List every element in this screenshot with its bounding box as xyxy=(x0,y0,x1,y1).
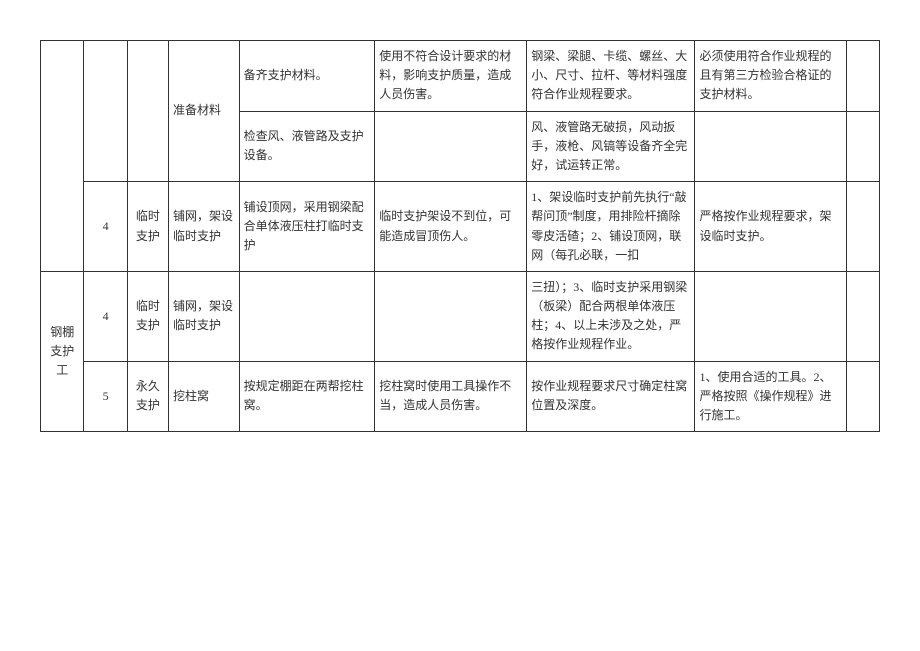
cell-hazard: 临时支护架设不到位，可能造成冒顶伤人。 xyxy=(375,182,527,272)
cell-hazard: 挖柱窝时使用工具操作不当，造成人员伤害。 xyxy=(375,361,527,432)
cell-last xyxy=(847,41,880,112)
cell-desc: 检查风、液管路及支护设备。 xyxy=(239,111,375,182)
cell-number xyxy=(84,41,127,182)
cell-last xyxy=(847,111,880,182)
cell-measure xyxy=(695,271,847,361)
document-page: 准备材料备齐支护材料。使用不符合设计要求的材料，影响支护质量，造成人员伤害。钢梁… xyxy=(0,0,920,651)
cell-hazard xyxy=(375,111,527,182)
table-row: 准备材料备齐支护材料。使用不符合设计要求的材料，影响支护质量，造成人员伤害。钢梁… xyxy=(41,41,880,112)
cell-measure: 1、使用合适的工具。2、严格按照《操作规程》进行施工。 xyxy=(695,361,847,432)
cell-job: 钢棚支护工 xyxy=(41,271,84,431)
cell-standard: 风、液管路无破损，风动扳手，液枪、风镐等设备齐全完好，试运转正常。 xyxy=(527,111,695,182)
cell-desc: 备齐支护材料。 xyxy=(239,41,375,112)
job-hazard-table: 准备材料备齐支护材料。使用不符合设计要求的材料，影响支护质量，造成人员伤害。钢梁… xyxy=(40,40,880,432)
table-row: 5永久支护挖柱窝按规定棚距在两帮挖柱窝。挖柱窝时使用工具操作不当，造成人员伤害。… xyxy=(41,361,880,432)
cell-job xyxy=(41,41,84,272)
cell-step: 挖柱窝 xyxy=(169,361,240,432)
cell-phase: 临时支护 xyxy=(127,182,168,272)
cell-standard: 三扭）；3、临时支护采用钢梁（板梁）配合两根单体液压柱；4、以上未涉及之处，严格… xyxy=(527,271,695,361)
table-row: 4临时支护铺网，架设临时支护铺设顶网，采用钢梁配合单体液压柱打临时支护临时支护架… xyxy=(41,182,880,272)
cell-phase: 永久支护 xyxy=(127,361,168,432)
cell-phase xyxy=(127,41,168,182)
cell-last xyxy=(847,271,880,361)
cell-step: 铺网，架设临时支护 xyxy=(169,271,240,361)
cell-number: 4 xyxy=(84,182,127,272)
cell-desc: 铺设顶网，采用钢梁配合单体液压柱打临时支护 xyxy=(239,182,375,272)
cell-hazard xyxy=(375,271,527,361)
cell-step: 准备材料 xyxy=(169,41,240,182)
cell-phase: 临时支护 xyxy=(127,271,168,361)
cell-step: 铺网，架设临时支护 xyxy=(169,182,240,272)
cell-measure: 严格按作业规程要求，架设临时支护。 xyxy=(695,182,847,272)
cell-desc: 按规定棚距在两帮挖柱窝。 xyxy=(239,361,375,432)
cell-standard: 钢梁、梁腿、卡缆、螺丝、大小、尺寸、拉杆、等材料强度符合作业规程要求。 xyxy=(527,41,695,112)
cell-hazard: 使用不符合设计要求的材料，影响支护质量，造成人员伤害。 xyxy=(375,41,527,112)
cell-measure: 必须使用符合作业规程的且有第三方检验合格证的支护材料。 xyxy=(695,41,847,112)
cell-measure xyxy=(695,111,847,182)
cell-number: 4 xyxy=(84,271,127,361)
cell-last xyxy=(847,182,880,272)
cell-number: 5 xyxy=(84,361,127,432)
cell-last xyxy=(847,361,880,432)
cell-standard: 按作业规程要求尺寸确定柱窝位置及深度。 xyxy=(527,361,695,432)
cell-desc xyxy=(239,271,375,361)
cell-standard: 1、架设临时支护前先执行“敲帮问顶”制度，用排险杆摘除零皮活碴；2、铺设顶网，联… xyxy=(527,182,695,272)
table-row: 钢棚支护工4临时支护铺网，架设临时支护三扭）；3、临时支护采用钢梁（板梁）配合两… xyxy=(41,271,880,361)
